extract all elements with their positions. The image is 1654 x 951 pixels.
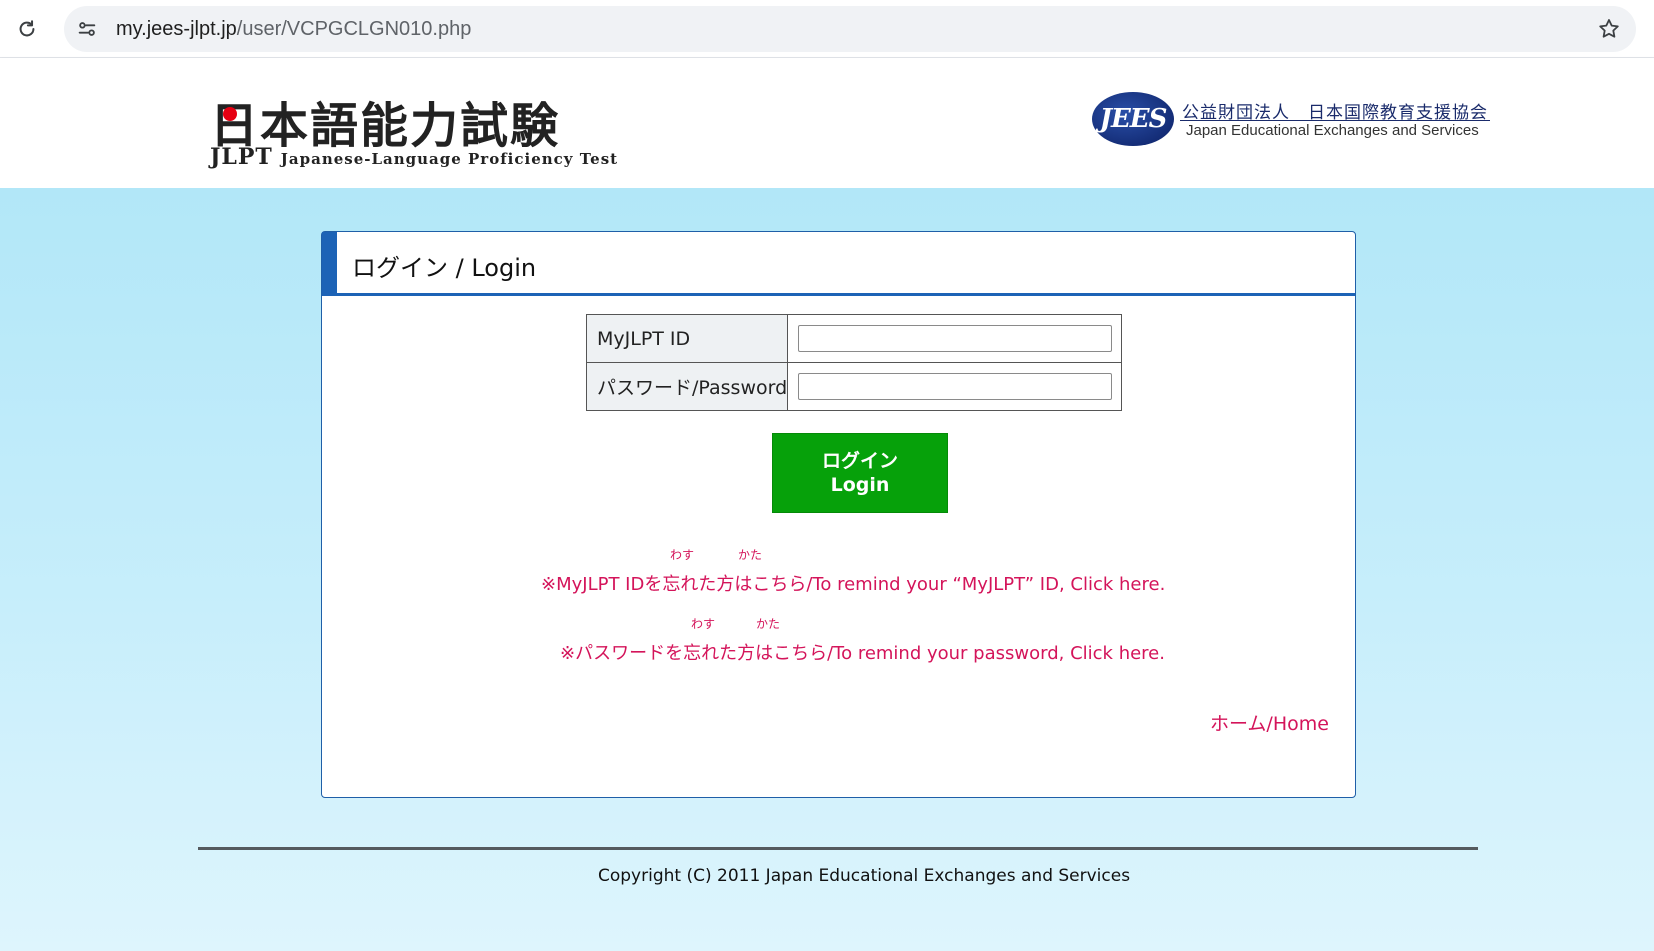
jees-emblem-text: JEES [1099,104,1168,134]
jlpt-english-name: Japanese-Language Proficiency Test [280,150,619,168]
login-panel: ログイン / Login MyJLPT ID パスワード/Password ログ… [321,231,1356,798]
password-input[interactable] [798,373,1113,400]
login-button-label-jp: ログイン [821,450,898,472]
jees-english-name: Japan Educational Exchanges and Services [1186,122,1479,139]
url-path: /user/VCPGCLGN010.php [236,18,472,40]
password-input-cell [787,362,1123,411]
jees-logo[interactable]: JEES 公益財団法人 日本国際教育支援協会 Japan Educational… [1092,92,1492,148]
ruby-kata: かた [756,617,781,631]
login-button[interactable]: ログイン Login [772,433,948,513]
jlpt-logo[interactable]: 日本語能力試験 JLPT Japanese-Language Proficienc… [210,86,617,172]
ruby-kata: かた [738,548,763,562]
url-text[interactable]: my.jees-jlpt.jp/user/VCPGCLGN010.php [116,18,471,41]
copyright-text: Copyright (C) 2011 Japan Educational Exc… [598,866,1131,886]
address-bar[interactable]: my.jees-jlpt.jp/user/VCPGCLGN010.php [64,6,1636,52]
jlpt-abbreviation: JLPT [210,144,273,170]
footer-divider [198,847,1478,850]
home-link[interactable]: ホーム/Home [1210,709,1329,736]
remind-id-link[interactable]: ※MyJLPT IDを忘れた方はこちら/To remind your “MyJL… [541,570,1165,596]
jees-divider [1180,120,1490,121]
site-info-icon[interactable] [72,14,102,44]
page-title: ログイン / Login [352,254,537,282]
myjlpt-id-input[interactable] [798,325,1113,352]
login-panel-header: ログイン / Login [322,232,1355,296]
header-accent-bar [322,232,337,293]
login-form-table: MyJLPT ID パスワード/Password [585,314,1123,411]
id-row: MyJLPT ID [585,314,1123,363]
jlpt-subtitle: JLPT Japanese-Language Proficiency Test [210,144,618,170]
password-label: パスワード/Password [585,362,789,411]
reload-icon[interactable] [12,14,42,44]
star-icon[interactable] [1594,14,1624,44]
ruby-wasu: わす [691,617,716,631]
password-row: パスワード/Password [585,362,1123,411]
browser-toolbar: my.jees-jlpt.jp/user/VCPGCLGN010.php [0,0,1654,58]
ruby-wasu: わす [670,548,695,562]
url-host: my.jees-jlpt.jp [116,18,237,40]
site-header: 日本語能力試験 JLPT Japanese-Language Proficienc… [0,58,1654,188]
id-label: MyJLPT ID [585,314,789,363]
jlpt-red-dot-icon [223,107,237,121]
jees-emblem-icon: JEES [1092,92,1174,146]
remind-password-link[interactable]: ※パスワードを忘れた方はこちら/To remind your password,… [560,639,1165,665]
login-button-label-en: Login [830,474,890,496]
id-input-cell [787,314,1123,363]
